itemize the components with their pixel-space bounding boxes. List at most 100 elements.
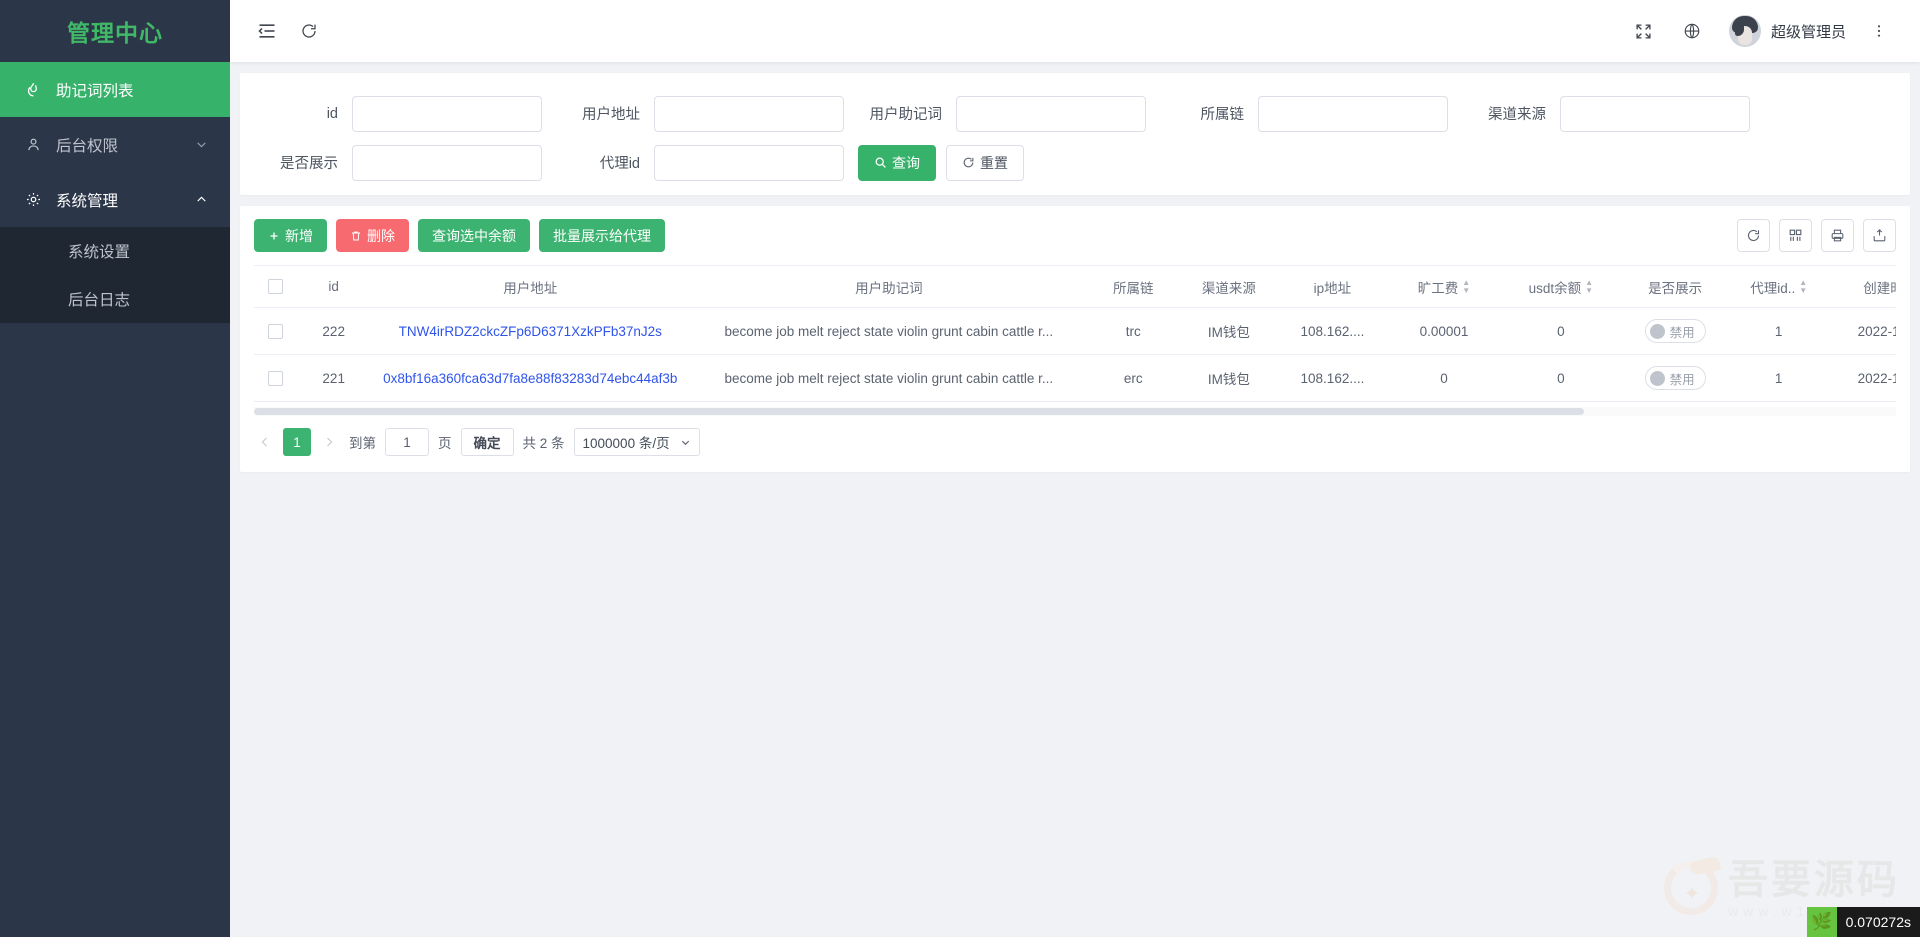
columns-icon[interactable]: [1779, 219, 1812, 252]
chevron-left-icon[interactable]: [254, 428, 276, 456]
chevron-up-icon: [195, 193, 208, 206]
column-header-ip[interactable]: ip地址: [1279, 266, 1385, 308]
column-header-chain[interactable]: 所属链: [1088, 266, 1178, 308]
more-vertical-icon[interactable]: [1862, 11, 1896, 51]
search-input-is-shown[interactable]: [352, 145, 542, 181]
sort-icon[interactable]: ▲▼: [1799, 279, 1807, 294]
globe-icon[interactable]: [1671, 10, 1713, 52]
sidebar-item-system-settings[interactable]: 系统设置: [0, 227, 230, 275]
refresh-icon[interactable]: [288, 10, 330, 52]
filter-channel: 渠道来源: [1448, 96, 1750, 132]
filter-chain: 所属链: [1146, 96, 1448, 132]
row-select-cell: [254, 308, 297, 355]
menu-collapse-icon[interactable]: [246, 10, 288, 52]
fullscreen-icon[interactable]: [1623, 10, 1665, 52]
sidebar-item-mnemonic-list[interactable]: 助记词列表: [0, 62, 230, 117]
column-header-gas[interactable]: 旷工费 ▲▼: [1386, 266, 1503, 308]
cell-id: 222: [297, 308, 371, 355]
row-checkbox[interactable]: [268, 324, 283, 339]
toggle-knob: [1650, 324, 1665, 339]
search-input-chain[interactable]: [1258, 96, 1448, 132]
search-input-id[interactable]: [352, 96, 542, 132]
search-input-mnemonic[interactable]: [956, 96, 1146, 132]
page-size-label: 1000000 条/页: [583, 432, 670, 452]
address-link[interactable]: TNW4irRDZ2ckcZFp6D6371XzkPFb37nJ2s: [399, 324, 662, 339]
filter-chain-label: 所属链: [1146, 103, 1258, 124]
search-input-user-address[interactable]: [654, 96, 844, 132]
address-link[interactable]: 0x8bf16a360fca63d7fa8e88f83283d74ebc44af…: [383, 371, 677, 386]
filter-agent-id: 代理id: [542, 145, 844, 181]
column-header-agent-id[interactable]: 代理id.. ▲▼: [1731, 266, 1827, 308]
toggle-label: 禁用: [1670, 322, 1695, 341]
table-horizontal-scrollbar[interactable]: [254, 407, 1896, 416]
table-header-row: id 用户地址 用户助记词 所属链: [254, 266, 1896, 308]
add-button[interactable]: 新增: [254, 219, 327, 252]
sidebar-item-backend-logs[interactable]: 后台日志: [0, 275, 230, 323]
sort-icon[interactable]: ▲▼: [1585, 279, 1593, 294]
reset-button[interactable]: 重置: [946, 145, 1024, 181]
column-header-channel[interactable]: 渠道来源: [1178, 266, 1279, 308]
fire-icon: [22, 81, 44, 98]
cell-shown: 禁用: [1619, 308, 1731, 355]
cell-usdt: 0: [1502, 308, 1619, 355]
goto-prefix-label: 到第: [347, 432, 378, 452]
sort-icon[interactable]: ▲▼: [1462, 279, 1470, 294]
user-menu[interactable]: 超级管理员: [1719, 15, 1856, 47]
column-header-created[interactable]: 创建时间: [1827, 266, 1897, 308]
shown-toggle[interactable]: 禁用: [1645, 319, 1706, 343]
cell-ip: 108.162....: [1279, 308, 1385, 355]
sidebar-item-backend-permission[interactable]: 后台权限: [0, 117, 230, 172]
sidebar-submenu-system: 系统设置 后台日志: [0, 227, 230, 323]
goto-page-input[interactable]: [385, 428, 429, 456]
shown-toggle[interactable]: 禁用: [1645, 366, 1706, 390]
select-all-checkbox[interactable]: [268, 279, 283, 294]
query-button[interactable]: 查询: [858, 145, 936, 181]
gear-icon: [22, 191, 44, 208]
query-selected-balance-button[interactable]: 查询选中余额: [418, 219, 530, 252]
scrollbar-thumb[interactable]: [254, 408, 1584, 415]
refresh-icon[interactable]: [1737, 219, 1770, 252]
filter-user-address-label: 用户地址: [542, 103, 654, 124]
toggle-label: 禁用: [1670, 369, 1695, 388]
column-header-address[interactable]: 用户地址: [371, 266, 690, 308]
table-row[interactable]: 221 0x8bf16a360fca63d7fa8e88f83283d74ebc…: [254, 355, 1896, 402]
goto-confirm-button[interactable]: 确定: [461, 428, 514, 456]
chevron-right-icon[interactable]: [318, 428, 340, 456]
page-number-1[interactable]: 1: [283, 428, 311, 456]
filter-id-label: id: [240, 106, 352, 122]
batch-show-to-agent-button[interactable]: 批量展示给代理: [539, 219, 665, 252]
column-label: 渠道来源: [1202, 277, 1256, 297]
sidebar-item-system-management[interactable]: 系统管理: [0, 172, 230, 227]
column-label: 所属链: [1113, 277, 1154, 297]
query-button-label: 查询: [892, 156, 920, 170]
print-icon[interactable]: [1821, 219, 1854, 252]
cell-mnemonic: become job melt reject state violin grun…: [690, 355, 1088, 402]
row-checkbox[interactable]: [268, 371, 283, 386]
content-region: id 用户地址 用户助记词 所属链 渠道来源: [230, 62, 1920, 937]
filter-is-shown-label: 是否展示: [240, 152, 352, 173]
performance-badge: 🌿 0.070272s: [1807, 907, 1920, 937]
cell-chain: trc: [1088, 308, 1178, 355]
search-input-channel[interactable]: [1560, 96, 1750, 132]
cell-mnemonic: become job melt reject state violin grun…: [690, 308, 1088, 355]
column-header-mnemonic[interactable]: 用户助记词: [690, 266, 1088, 308]
sidebar-item-label: 助记词列表: [56, 79, 208, 101]
filter-user-address: 用户地址: [542, 96, 844, 132]
table-row[interactable]: 222 TNW4irRDZ2ckcZFp6D6371XzkPFb37nJ2s b…: [254, 308, 1896, 355]
cell-id: 221: [297, 355, 371, 402]
column-header-shown[interactable]: 是否展示: [1619, 266, 1731, 308]
table-toolbar: 新增 删除 查询选中余额 批量展示给代理: [240, 206, 1910, 265]
column-header-id[interactable]: id: [297, 266, 371, 308]
delete-button[interactable]: 删除: [336, 219, 409, 252]
export-icon[interactable]: [1863, 219, 1896, 252]
plus-icon: [268, 230, 280, 242]
column-label: 用户助记词: [855, 277, 923, 297]
sidebar-subitem-label: 系统设置: [68, 240, 130, 262]
table-scroll-region[interactable]: id 用户地址 用户助记词 所属链: [254, 265, 1896, 402]
cell-usdt: 0: [1502, 355, 1619, 402]
add-button-label: 新增: [285, 229, 313, 243]
column-header-usdt[interactable]: usdt余额 ▲▼: [1502, 266, 1619, 308]
select-all-header: [254, 266, 297, 308]
page-size-select[interactable]: 1000000 条/页: [574, 428, 700, 456]
search-input-agent-id[interactable]: [654, 145, 844, 181]
